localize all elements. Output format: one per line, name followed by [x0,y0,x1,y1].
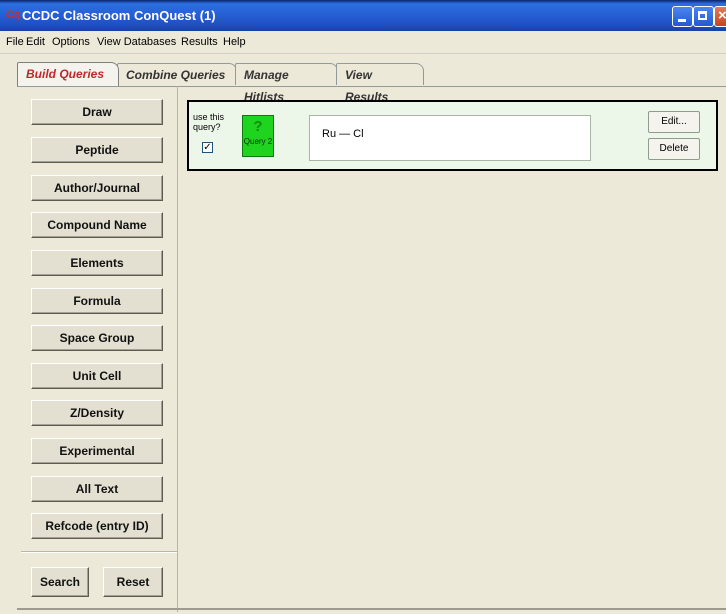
draw-button[interactable]: Draw [31,99,163,125]
query-description-text: Ru — Cl [322,128,364,140]
all-text-button[interactable]: All Text [31,476,163,502]
menu-edit[interactable]: Edit [26,36,45,48]
question-mark-icon: ? [253,118,263,135]
query-badge[interactable]: ? Query 2 [242,115,274,157]
menu-bar: File Edit Options View Databases Results… [0,31,726,54]
title-bar: Cq CCDC Classroom ConQuest (1) × [0,0,726,31]
tab-manage-hitlists[interactable]: Manage Hitlists [235,63,338,104]
checkmark-icon: ✓ [203,142,212,153]
query-description-field: Ru — Cl [309,115,591,161]
query-badge-label: Query 2 [243,137,273,146]
sidebar-divider-highlight [21,552,177,553]
edit-button[interactable]: Edit... [648,111,700,133]
z-density-button[interactable]: Z/Density [31,400,163,426]
search-button[interactable]: Search [31,567,89,597]
author-journal-button[interactable]: Author/Journal [31,175,163,201]
unit-cell-button[interactable]: Unit Cell [31,363,163,389]
peptide-button[interactable]: Peptide [31,137,163,163]
close-button[interactable]: × [714,6,726,27]
tab-view-results[interactable]: View Results [336,63,424,104]
tab-combine-queries[interactable]: Combine Queries [117,63,237,85]
experimental-button[interactable]: Experimental [31,438,163,464]
window-title: CCDC Classroom ConQuest (1) [22,8,216,23]
minimize-icon [678,19,686,22]
reset-button[interactable]: Reset [103,567,163,597]
menu-results[interactable]: Results [181,36,218,48]
minimize-button[interactable] [672,6,693,27]
elements-button[interactable]: Elements [31,250,163,276]
query-type-sidebar: Draw Peptide Author/Journal Compound Nam… [17,86,178,612]
refcode-button[interactable]: Refcode (entry ID) [31,513,163,539]
menu-file[interactable]: File [6,36,24,48]
close-icon: × [718,7,726,24]
maximize-button[interactable] [693,6,714,27]
use-query-label: use this query? [193,112,225,132]
menu-help[interactable]: Help [223,36,246,48]
maximize-icon [698,11,707,20]
menu-view-databases[interactable]: View Databases [97,36,176,48]
menu-options[interactable]: Options [52,36,90,48]
space-group-button[interactable]: Space Group [31,325,163,351]
app-icon: Cq [6,9,21,21]
formula-button[interactable]: Formula [31,288,163,314]
use-query-checkbox[interactable]: ✓ [202,142,213,153]
tab-build-queries[interactable]: Build Queries [17,62,119,86]
compound-name-button[interactable]: Compound Name [31,212,163,238]
query-panel: use this query? ✓ ? Query 2 Ru — Cl Edit… [187,100,718,171]
bottom-border [17,608,726,610]
delete-button[interactable]: Delete [648,138,700,160]
